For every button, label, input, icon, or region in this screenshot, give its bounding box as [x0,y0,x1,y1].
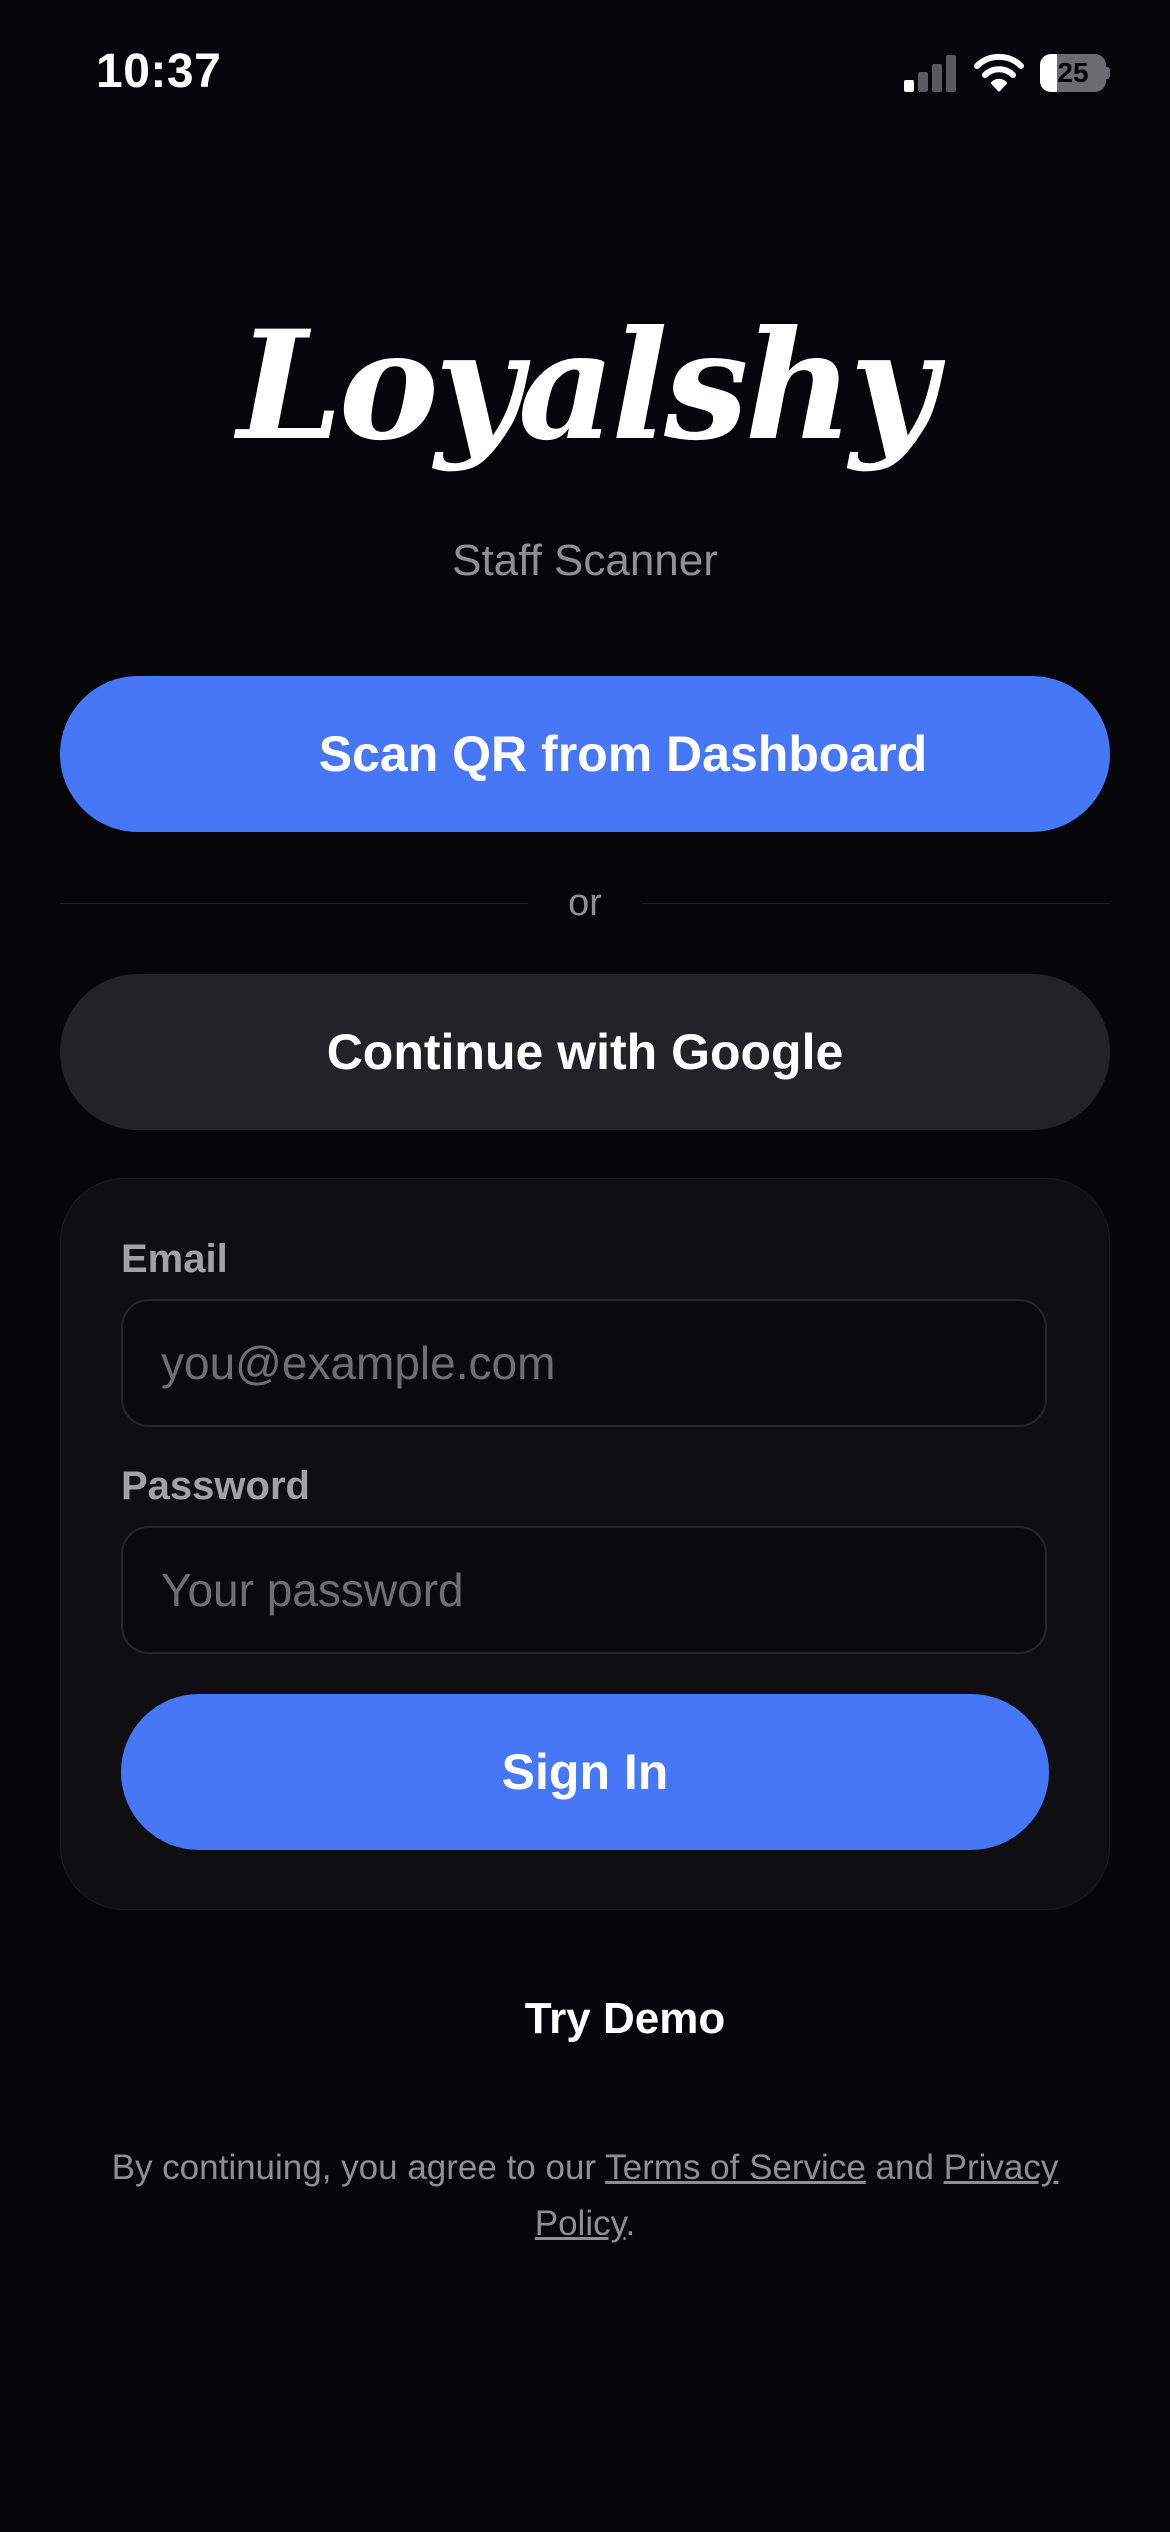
signal-bar [932,64,942,92]
terms-of-service-link[interactable]: Terms of Service [605,2148,866,2187]
sign-in-button[interactable]: Sign In [121,1694,1049,1850]
sign-in-button-label: Sign In [501,1744,669,1800]
email-label: Email [121,1237,228,1281]
signal-icon [904,55,956,92]
continue-with-google-button[interactable]: Continue with Google [60,974,1110,1130]
password-field[interactable] [121,1526,1047,1654]
wifi-icon [974,53,1024,92]
signal-bar [946,55,956,92]
signal-bar [918,72,928,92]
legal-prefix: By continuing, you agree to our [111,2148,606,2187]
legal-suffix: . [625,2204,636,2243]
battery-nub [1106,67,1110,79]
app-logo: Loyalshy [237,298,937,474]
legal-and: and [865,2148,944,2187]
battery-icon: 25 [1040,54,1110,92]
signal-bar [904,80,914,92]
status-bar: 10:37 25 [0,0,1170,150]
password-label: Password [121,1464,310,1508]
email-field[interactable] [121,1299,1047,1427]
scan-qr-button-label: Scan QR from Dashboard [318,726,928,782]
battery-body: 25 [1040,54,1106,92]
login-form-card: Email Password Sign In [60,1178,1110,1910]
or-divider: or [60,876,1110,930]
divider-line-right [642,903,1110,904]
battery-level: 25 [1057,57,1089,88]
legal-notice: By continuing, you agree to our Terms of… [80,2140,1090,2252]
google-button-label: Continue with Google [326,1024,844,1080]
scan-qr-button[interactable]: Scan QR from Dashboard [60,676,1110,832]
app-subtitle: Staff Scanner [452,536,718,585]
status-time: 10:37 [96,45,222,98]
try-demo-link[interactable]: Try Demo [60,1994,1170,2044]
